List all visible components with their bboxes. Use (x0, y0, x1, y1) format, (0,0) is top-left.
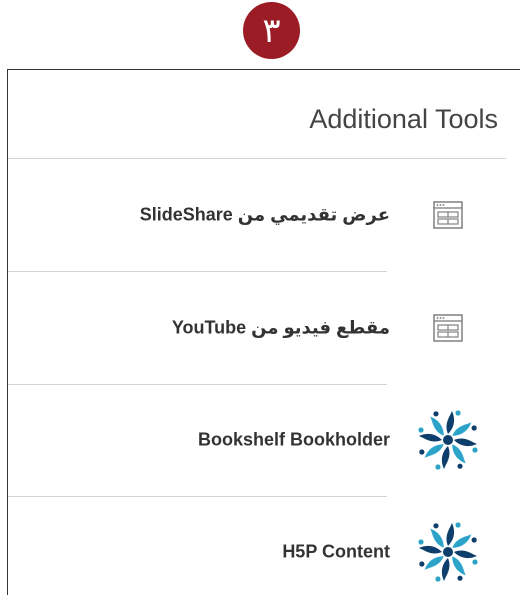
tool-label: Bookshelf Bookholder (197, 429, 390, 450)
pinwheel-icon (412, 404, 484, 476)
panel-title: Additional Tools (309, 104, 498, 134)
web-page-icon (412, 292, 484, 364)
pinwheel-icon (412, 516, 484, 588)
additional-tools-panel: Additional Tools عرض تقديمي من SlideShar… (7, 69, 520, 595)
title-divider (8, 158, 506, 159)
tool-item-youtube[interactable]: مقطع فيديو من YouTube (8, 273, 520, 383)
tool-item-h5p-content[interactable]: H5P Content (8, 497, 520, 607)
tool-item-slideshare[interactable]: عرض تقديمي من SlideShare (8, 160, 520, 270)
tool-label: مقطع فيديو من YouTube (171, 317, 390, 338)
web-page-icon (412, 179, 484, 251)
item-divider (8, 271, 387, 272)
tool-label: عرض تقديمي من SlideShare (139, 204, 390, 225)
tool-label: H5P Content (282, 541, 390, 562)
step-number-badge: ٣ (243, 2, 300, 59)
tool-item-bookshelf-bookholder[interactable]: Bookshelf Bookholder (8, 385, 520, 495)
